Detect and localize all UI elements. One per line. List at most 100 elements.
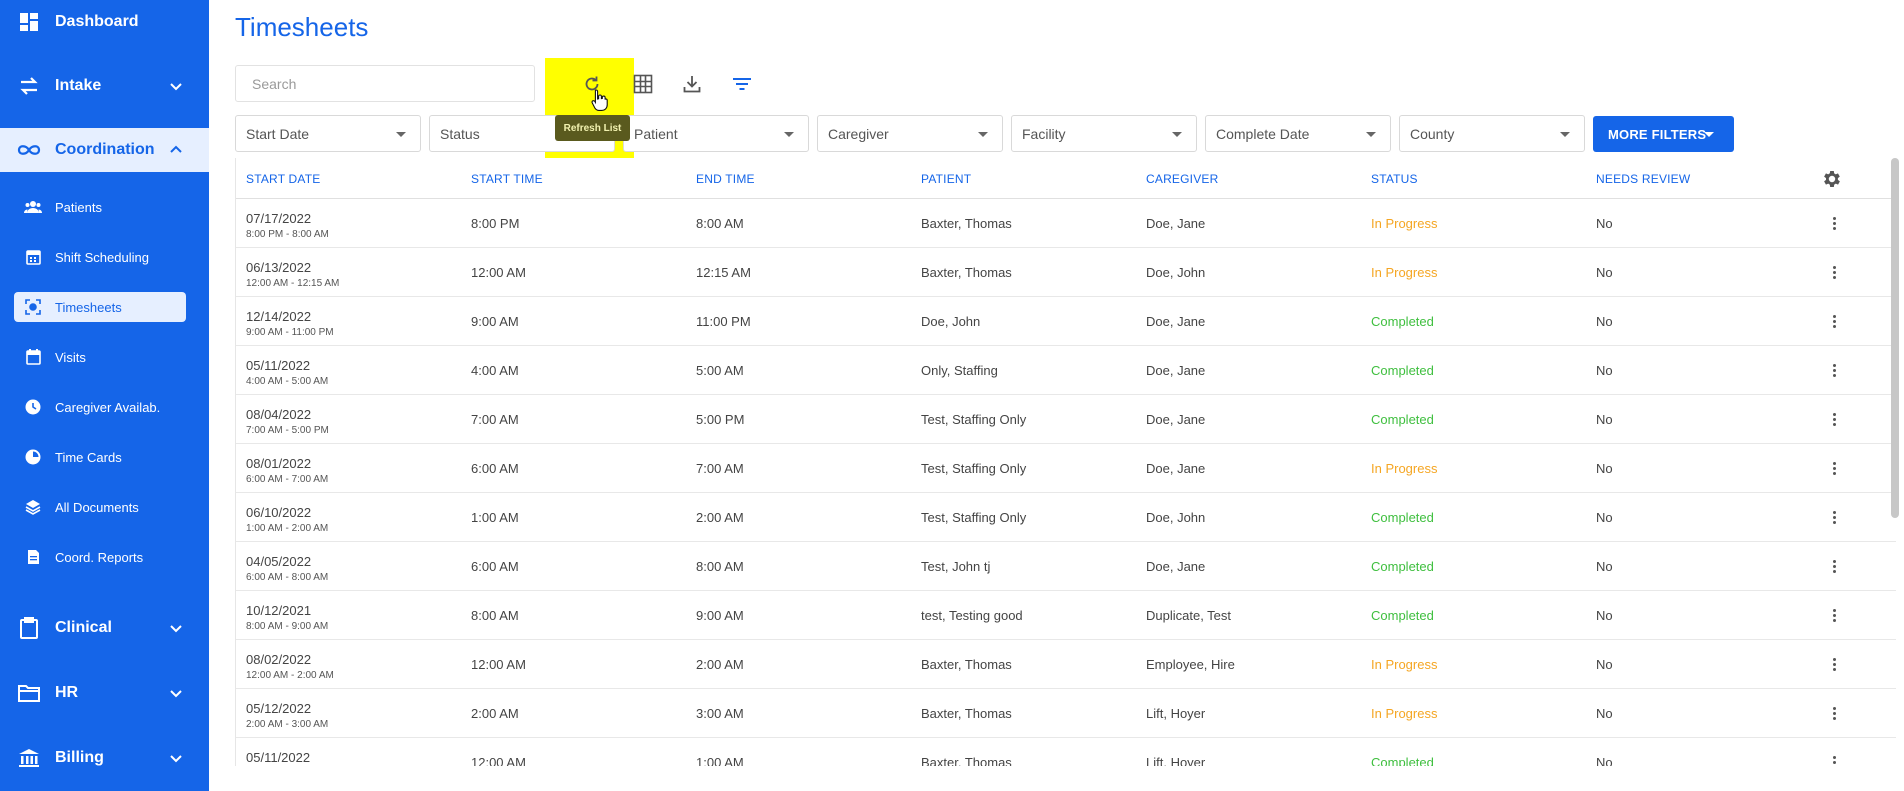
table-row[interactable]: 08/04/2022 7:00 AM - 5:00 PM 7:00 AM 5:00 P… — [236, 395, 1896, 444]
row-actions-kebab-icon[interactable] — [1830, 462, 1838, 480]
table-row[interactable]: 10/12/2021 8:00 AM - 9:00 AM 8:00 AM 9:00 A… — [236, 591, 1896, 640]
row-actions-kebab-icon[interactable] — [1830, 511, 1838, 529]
review-cell: No — [1596, 608, 1613, 623]
row-actions-kebab-icon[interactable] — [1830, 756, 1838, 766]
sidebar-item-time-cards[interactable]: Time Cards — [14, 442, 186, 472]
table-row[interactable]: 12/14/2022 9:00 AM - 11:00 PM 9:00 AM 11:00… — [236, 297, 1896, 346]
caret-down-icon — [1560, 132, 1570, 137]
filter-label: Patient — [634, 126, 678, 142]
filter-patient[interactable]: Patient — [623, 115, 809, 152]
table-scrollbar[interactable] — [1891, 158, 1899, 518]
sidebar-item-patients[interactable]: Patients — [14, 192, 186, 222]
infinity-icon — [16, 137, 42, 163]
caregiver-cell: Doe, Jane — [1146, 461, 1206, 476]
end-cell: 5:00 AM — [696, 363, 744, 378]
caret-down-icon — [1366, 132, 1376, 137]
sidebar-item-label: Timesheets — [55, 299, 122, 315]
report-icon — [24, 548, 42, 566]
table-row[interactable]: 06/13/2022 12:00 AM - 12:15 AM 12:00 AM 12:… — [236, 248, 1896, 297]
status-cell: Completed — [1371, 314, 1434, 329]
filter-start-date[interactable]: Start Date — [235, 115, 421, 152]
download-icon — [683, 76, 701, 93]
column-header-start-date[interactable]: START DATE — [246, 172, 320, 186]
sidebar-item-intake[interactable]: Intake — [0, 64, 209, 108]
sidebar-item-coord-reports[interactable]: Coord. Reports — [14, 542, 186, 572]
row-actions-kebab-icon[interactable] — [1830, 364, 1838, 382]
filter-toggle-button[interactable] — [728, 70, 756, 98]
review-cell: No — [1596, 265, 1613, 280]
status-cell: Completed — [1371, 363, 1434, 378]
search-field[interactable] — [235, 65, 535, 102]
download-button[interactable] — [678, 70, 706, 98]
gear-icon[interactable] — [1821, 168, 1843, 190]
chevron-down-icon — [170, 625, 182, 633]
table-row[interactable]: 08/02/2022 12:00 AM - 2:00 AM 12:00 AM 2:00… — [236, 640, 1896, 689]
grid-view-button[interactable] — [629, 70, 657, 98]
sidebar-item-billing[interactable]: Billing — [0, 736, 209, 780]
table-row[interactable]: 05/11/2022 4:00 AM - 5:00 AM 4:00 AM 5:00 A… — [236, 346, 1896, 395]
clock-icon — [24, 398, 42, 416]
row-actions-kebab-icon[interactable] — [1830, 609, 1838, 627]
time-range-cell: 4:00 AM - 5:00 AM — [246, 376, 329, 387]
sidebar-item-all-documents[interactable]: All Documents — [14, 492, 186, 522]
patient-cell: Baxter, Thomas — [921, 706, 1012, 721]
more-filters-button[interactable]: MORE FILTERS — [1593, 116, 1734, 152]
column-header-patient[interactable]: PATIENT — [921, 172, 971, 186]
filter-facility[interactable]: Facility — [1011, 115, 1197, 152]
sidebar-item-visits[interactable]: Visits — [14, 342, 186, 372]
sidebar-item-label: Coord. Reports — [55, 549, 144, 565]
filter-complete-date[interactable]: Complete Date — [1205, 115, 1391, 152]
row-actions-kebab-icon[interactable] — [1830, 413, 1838, 431]
column-header-needs-review[interactable]: NEEDS REVIEW — [1596, 172, 1690, 186]
table-row[interactable]: 05/11/2022 12:00 AM 1:00 AM Baxter, Thomas L… — [236, 738, 1896, 766]
row-actions-kebab-icon[interactable] — [1830, 217, 1838, 235]
row-actions-kebab-icon[interactable] — [1830, 266, 1838, 284]
sidebar-item-shift-scheduling[interactable]: Shift Scheduling — [14, 242, 186, 272]
caregiver-cell: Doe, Jane — [1146, 412, 1206, 427]
filter-county[interactable]: County — [1399, 115, 1585, 152]
sidebar-item-caregiver-availability[interactable]: Caregiver Availab. — [14, 392, 186, 422]
patient-cell: test, Testing good — [921, 608, 1023, 623]
sidebar-item-hr[interactable]: HR — [0, 671, 209, 715]
caret-down-icon — [784, 132, 794, 137]
status-cell: Completed — [1371, 559, 1434, 574]
end-cell: 3:00 AM — [696, 706, 744, 721]
chevron-up-icon — [170, 145, 182, 153]
sidebar-item-dashboard[interactable]: Dashboard — [0, 0, 209, 44]
start-date-cell: 10/12/2021 — [246, 603, 312, 618]
sidebar-item-label: Coordination — [55, 141, 155, 158]
table-row[interactable]: 04/05/2022 6:00 AM - 8:00 AM 6:00 AM 8:00 A… — [236, 542, 1896, 591]
column-header-start-time[interactable]: START TIME — [471, 172, 543, 186]
start-date-cell: 05/12/2022 — [246, 701, 312, 716]
table-row[interactable]: 06/10/2022 1:00 AM - 2:00 AM 1:00 AM 2:00 A… — [236, 493, 1896, 542]
start-cell: 2:00 AM — [471, 706, 519, 721]
row-actions-kebab-icon[interactable] — [1830, 707, 1838, 725]
start-cell: 8:00 PM — [471, 216, 520, 231]
table-row[interactable]: 07/17/2022 8:00 PM - 8:00 AM 8:00 PM 8:00 A… — [236, 199, 1896, 248]
dashboard-icon — [16, 9, 42, 35]
end-cell: 9:00 AM — [696, 608, 744, 623]
sidebar-item-timesheets[interactable]: Timesheets — [14, 292, 186, 322]
start-date-cell: 12/14/2022 — [246, 309, 312, 324]
column-header-end-time[interactable]: END TIME — [696, 172, 755, 186]
hand-cursor-icon — [591, 89, 608, 111]
column-header-caregiver[interactable]: CAREGIVER — [1146, 172, 1218, 186]
row-actions-kebab-icon[interactable] — [1830, 560, 1838, 578]
caregiver-cell: Doe, John — [1146, 265, 1206, 280]
time-range-cell: 7:00 AM - 5:00 PM — [246, 425, 329, 436]
start-cell: 1:00 AM — [471, 510, 519, 525]
end-cell: 2:00 AM — [696, 510, 744, 525]
row-actions-kebab-icon[interactable] — [1830, 658, 1838, 676]
filter-caregiver[interactable]: Caregiver — [817, 115, 1003, 152]
end-cell: 7:00 AM — [696, 461, 744, 476]
sidebar-item-clinical[interactable]: Clinical — [0, 606, 209, 650]
sidebar-item-coordination[interactable]: Coordination — [0, 128, 209, 172]
search-input[interactable] — [236, 66, 534, 101]
table-row[interactable]: 08/01/2022 6:00 AM - 7:00 AM 6:00 AM 7:00 A… — [236, 444, 1896, 493]
row-actions-kebab-icon[interactable] — [1830, 315, 1838, 333]
caregiver-cell: Doe, John — [1146, 510, 1206, 525]
caregiver-cell: Duplicate, Test — [1146, 608, 1232, 623]
start-cell: 12:00 AM — [471, 265, 526, 280]
column-header-status[interactable]: STATUS — [1371, 172, 1418, 186]
table-row[interactable]: 05/12/2022 2:00 AM - 3:00 AM 2:00 AM 3:00 A… — [236, 689, 1896, 738]
